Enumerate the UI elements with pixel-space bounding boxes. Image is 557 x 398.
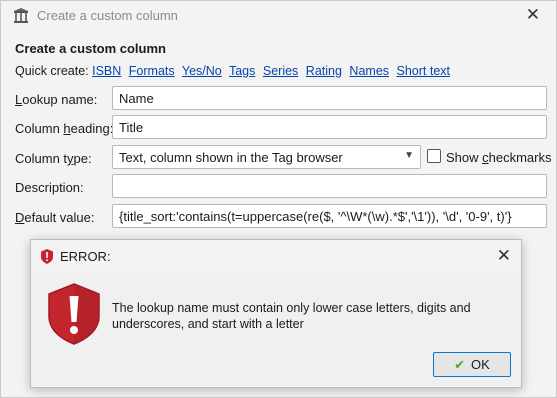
- error-dialog-title: ERROR:: [60, 249, 111, 264]
- create-custom-column-window: Create a custom column ✕ Create a custom…: [0, 0, 557, 398]
- quick-link-formats[interactable]: Formats: [129, 64, 175, 78]
- error-dialog-titlebar: ERROR: ✕: [31, 240, 521, 272]
- quick-link-names[interactable]: Names: [349, 64, 389, 78]
- checkmark-icon: ✔: [454, 356, 466, 372]
- quick-link-isbn[interactable]: ISBN: [92, 64, 121, 78]
- quick-link-short-text[interactable]: Short text: [397, 64, 451, 78]
- quick-link-series[interactable]: Series: [263, 64, 298, 78]
- error-message: The lookup name must contain only lower …: [112, 301, 471, 331]
- description-label: Description:: [15, 180, 84, 195]
- column-heading-input[interactable]: Title: [112, 115, 547, 139]
- quick-create-label: Quick create:: [15, 64, 89, 78]
- column-type-label: Column type:: [15, 151, 92, 166]
- window-title: Create a custom column: [37, 8, 178, 23]
- description-input[interactable]: [112, 174, 547, 198]
- quick-link-rating[interactable]: Rating: [306, 64, 342, 78]
- close-dialog-icon[interactable]: ✕: [497, 246, 511, 266]
- close-window-icon[interactable]: ✕: [526, 5, 540, 25]
- ok-button-label: OK: [471, 357, 490, 372]
- lookup-name-input[interactable]: Name: [112, 86, 547, 110]
- quick-link-yes-no[interactable]: Yes/No: [182, 64, 222, 78]
- error-dialog: ERROR: ✕ The lookup name must contain on…: [30, 239, 522, 388]
- lookup-name-label: Lookup name:: [15, 92, 98, 107]
- column-type-value: Text, column shown in the Tag browser: [119, 150, 343, 165]
- column-heading-label: Column heading:: [15, 121, 114, 136]
- window-titlebar: Create a custom column ✕: [1, 1, 556, 31]
- form-heading: Create a custom column: [15, 41, 166, 56]
- default-value-label: Default value:: [15, 210, 95, 225]
- show-checkmarks-label[interactable]: Show checkmarks: [446, 150, 552, 165]
- error-large-icon: [48, 283, 100, 345]
- show-checkmarks-checkbox[interactable]: [427, 149, 441, 163]
- library-icon: [14, 8, 28, 23]
- quick-link-tags[interactable]: Tags: [229, 64, 255, 78]
- quick-create-bar: Quick create: ISBN Formats Yes/No Tags S…: [15, 64, 454, 78]
- column-type-select[interactable]: Text, column shown in the Tag browser ▼: [112, 145, 421, 169]
- ok-button[interactable]: ✔ OK: [433, 352, 511, 377]
- chevron-down-icon: ▼: [404, 150, 414, 161]
- default-value-input[interactable]: {title_sort:'contains(t=uppercase(re($, …: [112, 204, 547, 228]
- error-shield-icon: [41, 249, 53, 264]
